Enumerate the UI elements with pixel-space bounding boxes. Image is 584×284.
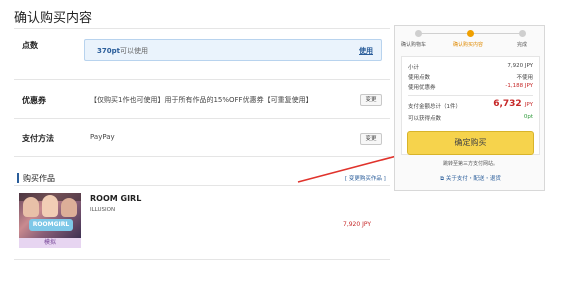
step-confirm: 确认购买内容	[453, 42, 484, 48]
redirect-note: 跳转至第三方支付网站。	[442, 161, 498, 167]
points-used-row: 使用点数 不使用	[408, 75, 533, 81]
help-link[interactable]: ⧉ 关于支付・配送・退货	[395, 174, 546, 183]
total-row: 支付金额总计（1件） 6,732 JPY	[408, 99, 533, 110]
product-thumbnail[interactable]: ROOMGIRL	[19, 193, 81, 238]
step-dot-confirm	[467, 30, 474, 37]
subtotal-row: 小计 7,920 JPY	[408, 63, 533, 71]
coupon-change-button[interactable]: 变更	[360, 94, 382, 106]
section-marker	[17, 173, 19, 183]
payment-label: 支付方法	[22, 134, 54, 143]
step-complete: 完成	[517, 42, 528, 48]
order-summary-panel: 确认购物车 确认购买内容 完成 小计 7,920 JPY 使用点数 不使用 使用优惠…	[394, 25, 545, 191]
coupon-used-row: 使用优惠券 -1,188 JPY	[408, 83, 533, 91]
use-points-button[interactable]: 使用	[359, 46, 373, 56]
works-label: 购买作品	[23, 174, 55, 183]
product-logo: ROOMGIRL	[29, 219, 73, 231]
points-label: 点数	[22, 41, 38, 50]
step-dot-cart	[415, 30, 422, 37]
coupon-text: 【仅购买1作也可使用】用于所有作品的15%OFF优惠券【可重复使用】	[90, 96, 313, 104]
confirm-purchase-button[interactable]: 确定购买	[407, 131, 534, 155]
divider	[14, 118, 390, 119]
page-title: 确认购买内容	[14, 11, 93, 26]
step-dot-complete	[519, 30, 526, 37]
product-price: 7,920 JPY	[343, 221, 372, 228]
points-value: 370pt可以使用	[97, 47, 148, 55]
divider	[14, 28, 390, 29]
step-cart: 确认购物车	[401, 42, 427, 48]
product-tag: 模拟	[19, 238, 81, 248]
payment-method: PayPay	[90, 133, 115, 141]
product-title[interactable]: ROOM GIRL	[90, 194, 141, 203]
points-box: 370pt可以使用 使用	[84, 39, 382, 61]
earn-points-row: 可以获得点数 0pt	[408, 114, 533, 122]
divider	[14, 259, 390, 260]
divider	[14, 79, 390, 80]
coupon-label: 优惠券	[22, 96, 46, 105]
product-brand[interactable]: ILLUSION	[90, 207, 115, 213]
